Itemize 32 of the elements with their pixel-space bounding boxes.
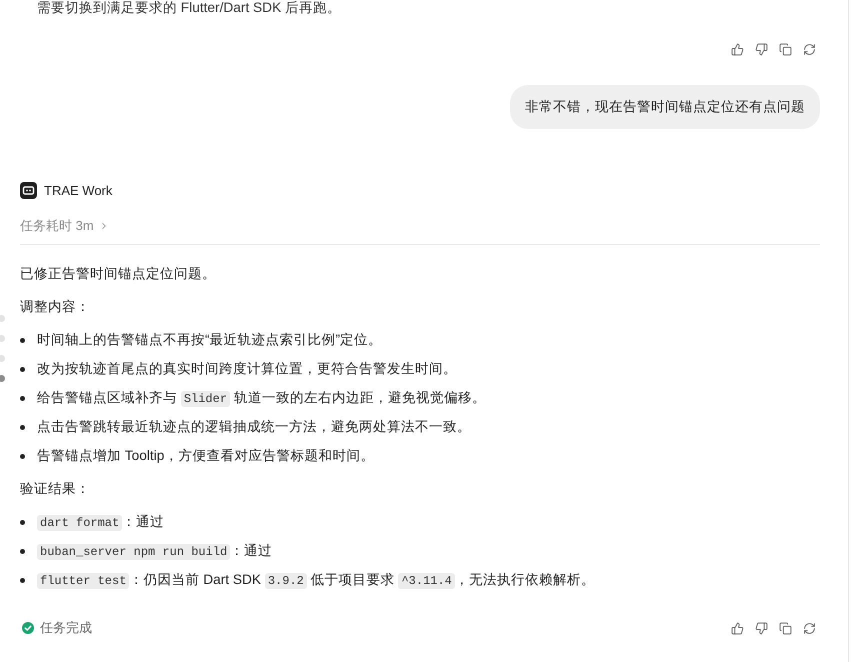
thumbs-down-icon[interactable] — [755, 622, 768, 634]
thumbs-down-icon[interactable] — [755, 43, 768, 56]
bullet-icon — [20, 454, 25, 458]
bullet-icon — [20, 396, 25, 400]
thumbs-up-icon[interactable] — [731, 43, 744, 56]
list-item-text: flutter test ：仍因当前 Dart SDK 3.9.2 低于项目要求 ^3.11.4 ，无法执行依赖解析。 — [37, 569, 595, 591]
list-item-text: dart format ：通过 — [37, 511, 164, 533]
paragraph-text: 已修正告警时间锚点定位问题。 — [20, 265, 217, 283]
status-text: 任务完成 — [40, 619, 92, 638]
bullet-icon — [20, 578, 25, 582]
bullet-icon — [20, 520, 25, 524]
bullet-icon — [20, 366, 25, 372]
assistant-logo-icon — [20, 182, 37, 199]
refresh-icon[interactable] — [803, 622, 816, 634]
list-item-text: 改为按轨迹首尾点的真实时间跨度计算位置，更符合告警发生时间。 — [37, 360, 457, 378]
paragraph-text: 验证结果： — [20, 480, 91, 498]
assistant-name: TRAE Work — [44, 182, 112, 200]
user-message-bubble: 非常不错，现在告警时间锚点定位还有点问题 — [510, 85, 820, 129]
list-item-text: 给告警锚点区域补齐与 Slider 轨道一致的左右内边距，避免视觉偏移。 — [37, 389, 486, 409]
duration-text: 任务耗时 3m — [20, 217, 94, 236]
bullet-icon — [20, 338, 25, 342]
list-item-text: 时间轴上的告警锚点不再按“最近轨迹点索引比例”定位。 — [37, 331, 382, 349]
list-item-text: 点击告警跳转最近轨迹点的逻辑抽成统一方法，避免两处算法不一致。 — [37, 418, 471, 436]
refresh-icon[interactable] — [803, 43, 816, 56]
list-item-text: 告警锚点增加 Tooltip，方便查看对应告警标题和时间。 — [37, 447, 374, 465]
message-text: 需要切换到满足要求的 Flutter/Dart SDK 后再跑。 — [37, 0, 342, 15]
paragraph-text: 调整内容： — [20, 298, 91, 316]
bullet-icon — [20, 424, 25, 430]
copy-icon[interactable] — [779, 43, 792, 56]
copy-icon[interactable] — [779, 622, 792, 634]
thumbs-up-icon[interactable] — [731, 622, 744, 634]
bullet-icon — [20, 548, 25, 554]
